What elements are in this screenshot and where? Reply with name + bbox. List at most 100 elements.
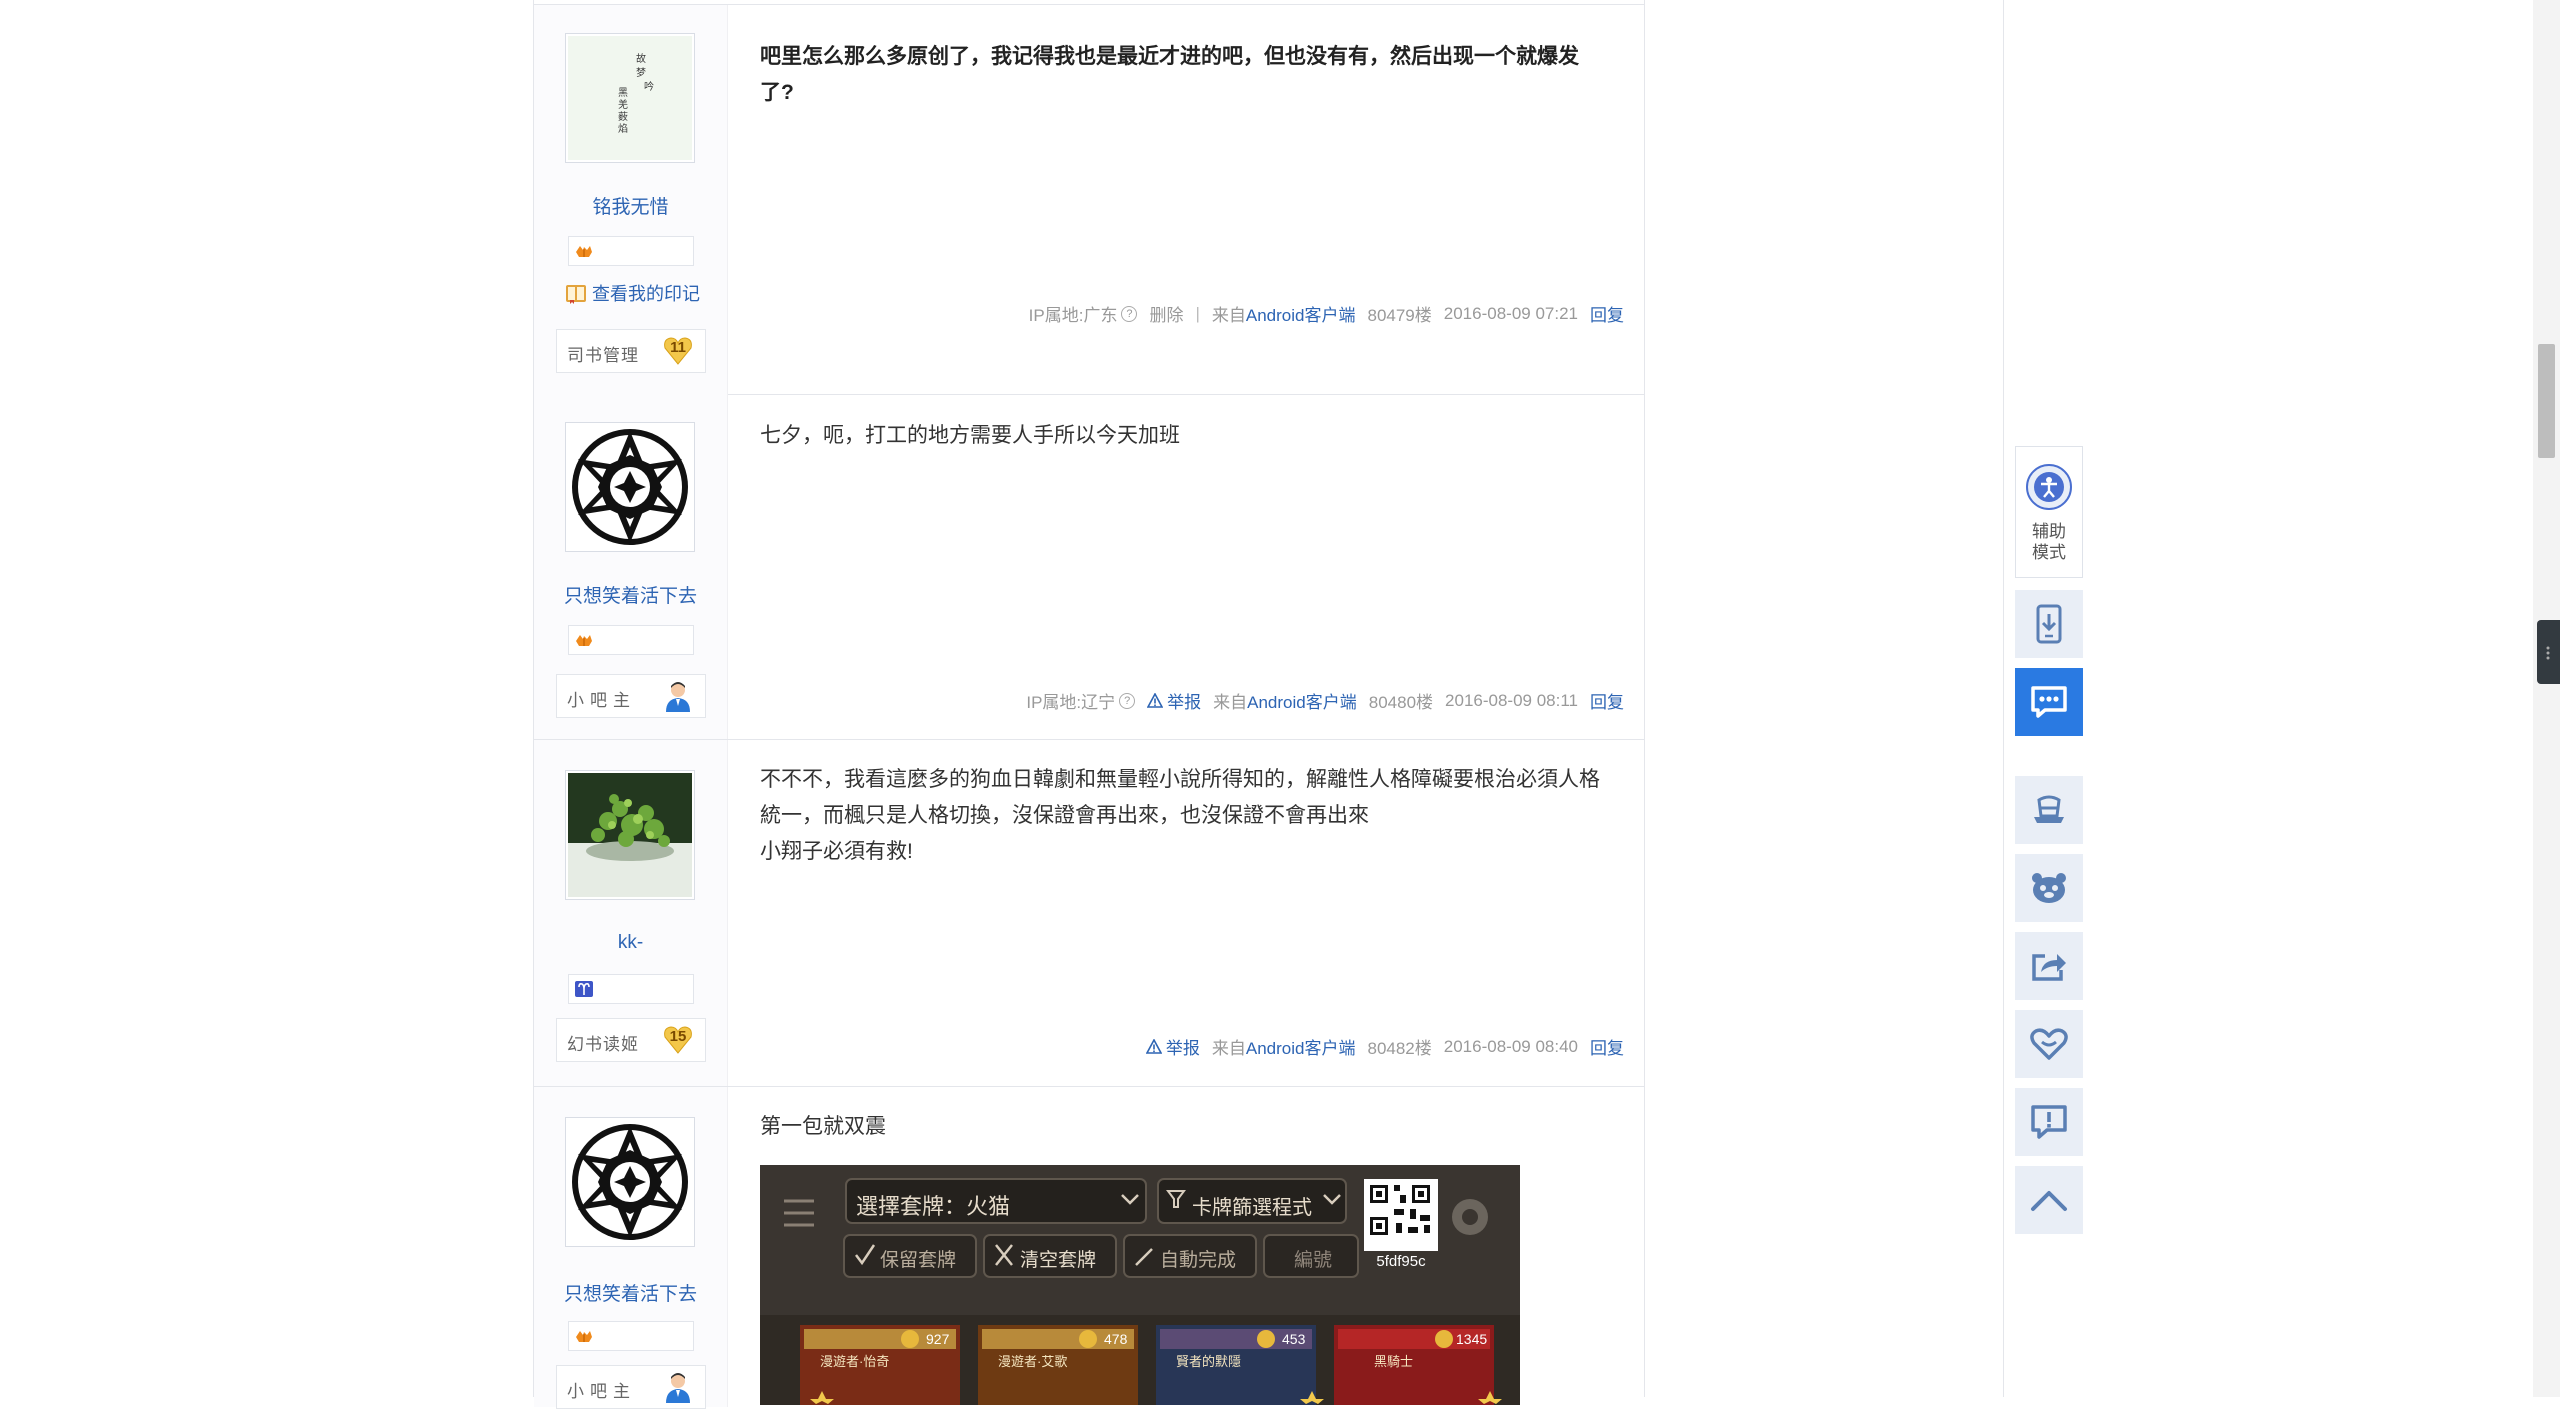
assist-label-line: 模式 [2032,543,2066,562]
card-cost: 927 [926,1331,950,1347]
mandala-avatar-image [572,1124,688,1240]
share-button[interactable] [2015,932,2083,1000]
content-line: 小翔子必須有救! [760,840,913,863]
post-item: kk- 幻书读姬 15 不不不，我看這麼多的狗血日韓劇和無量輕小說所得知的，解離… [534,740,1644,1087]
reply-link[interactable]: 回复 [1590,301,1624,326]
author-panel: 只想笑着活下去 小吧主 [534,1087,728,1409]
feedback-button[interactable] [2015,1088,2083,1156]
floor-number: 80479楼 [1367,306,1432,325]
card-name: 漫遊者·艾歌 [998,1354,1068,1369]
ip-location: IP属地:辽宁 [1026,693,1116,712]
content-line: 第一包就双震 [760,1115,886,1138]
view-yinji-link[interactable]: 查看我的印记 [564,280,700,306]
report-link[interactable]: 举报 [1145,1034,1200,1059]
post-item: 故 梦 吟 黑 羌 薮 焰 铭我无惜 查看我的印记 司书管理 11 吧里怎么那么… [534,4,1644,395]
chevron-up-icon [2031,1191,2067,1211]
magician-hat-icon [2034,795,2064,823]
report-link[interactable]: 举报 [1147,688,1201,713]
tieba-mascot-button[interactable] [2015,854,2083,922]
post-content: 吧里怎么那么多原创了，我记得我也是最近才进的吧，但也没有有，然后出现一个就爆发 … [760,39,1620,111]
author-panel: 故 梦 吟 黑 羌 薮 焰 铭我无惜 查看我的印记 司书管理 11 [534,5,728,394]
report-label: 举报 [1165,1039,1200,1058]
content-line: 不不不，我看這麼多的狗血日韓劇和無量輕小說所得知的，解離性人格障礙要根治必須人格 [760,768,1600,791]
level-badge[interactable]: 小吧主 [556,674,706,718]
filter-mode-dropdown: 卡牌篩選程式 [1192,1197,1312,1219]
source-prefix: 来自 [1211,1039,1246,1058]
ip-location: IP属地:广东 [1028,306,1118,325]
level-badge[interactable]: 司书管理 11 [556,329,706,373]
post-content: 第一包就双震 [760,1109,1620,1145]
assist-mode-button[interactable]: 辅助 模式 [2015,446,2083,578]
favorite-button[interactable] [2015,1010,2083,1078]
username-link[interactable]: 铭我无惜 [534,192,727,219]
dots-icon [2546,646,2550,660]
moderator-avatar-icon [666,682,690,712]
post-time: 2016-08-09 07:21 [1443,303,1578,323]
assist-label-line: 辅助 [2032,522,2066,541]
avatar[interactable] [565,770,695,900]
game-screenshot[interactable]: 選擇套牌：火猫 卡牌篩選程式 5fdf95c 保留套牌 清空套牌 自動完成 編號… [760,1165,1520,1405]
qr-code-label: 5fdf95c [1376,1253,1426,1270]
delete-link[interactable]: 删除 [1149,301,1183,326]
client-link[interactable]: Android客户端 [1246,306,1356,325]
chat-icon [2031,686,2067,718]
floor-number: 80482楼 [1367,1039,1432,1058]
source-prefix: 来自 [1213,693,1248,712]
warning-icon [1145,1038,1162,1054]
thread-column: 故 梦 吟 黑 羌 薮 焰 铭我无惜 查看我的印记 司书管理 11 吧里怎么那么… [533,0,1645,1409]
badge-box[interactable] [568,974,694,1004]
clear-deck-button: 清空套牌 [1020,1250,1097,1271]
svg-text:黑: 黑 [618,87,628,99]
svg-text:焰: 焰 [618,122,628,135]
help-icon[interactable]: ? [1121,305,1138,322]
card-name: 漫遊者·怡奇 [820,1354,890,1369]
level-number-badge: 15 [663,1025,693,1055]
avatar[interactable] [565,422,695,552]
post-meta: IP属地:广东 ? 删除 | 来自Android客户端 80479楼 2016-… [1029,301,1624,326]
author-panel: kk- 幻书读姬 15 [534,740,728,1086]
post-item: 只想笑着活下去 小吧主 [534,394,1644,740]
badge-box[interactable] [568,625,694,655]
edit-button: 編號 [1294,1250,1333,1271]
level-badge[interactable]: 幻书读姬 15 [556,1018,706,1062]
svg-text:梦: 梦 [636,67,646,79]
badge-box[interactable] [568,1321,694,1351]
post-meta: IP属地:辽宁 ? 举报 来自Android客户端 80480楼 2016-08… [1026,688,1624,713]
card-cost: 453 [1282,1331,1306,1347]
source-prefix: 来自 [1211,306,1246,325]
reply-link[interactable]: 回复 [1590,688,1624,713]
download-app-button[interactable] [2015,590,2083,658]
magic-hat-button[interactable] [2015,776,2083,844]
auto-complete-button: 自動完成 [1160,1250,1237,1271]
side-panel-tab[interactable] [2537,620,2560,684]
scrollbar-thumb[interactable] [2538,344,2555,458]
username-link[interactable]: kk- [534,932,727,954]
svg-text:羌: 羌 [618,99,628,111]
level-number-badge: 11 [663,336,693,366]
client-link[interactable]: Android客户端 [1246,1039,1356,1058]
post-time: 2016-08-09 08:11 [1445,690,1578,710]
level-badge[interactable]: 小吧主 [556,1365,706,1409]
message-button[interactable] [2015,668,2083,736]
svg-text:吟: 吟 [644,80,654,93]
avatar[interactable] [565,1117,695,1247]
post-content: 七夕，呃，打工的地方需要人手所以今天加班 [760,418,1620,454]
avatar[interactable]: 故 梦 吟 黑 羌 薮 焰 [565,33,695,163]
level-title: 司书管理 [567,346,639,366]
badge-box[interactable] [568,236,694,266]
report-label: 举报 [1167,693,1202,712]
help-icon[interactable]: ? [1119,692,1136,709]
client-link[interactable]: Android客户端 [1247,693,1357,712]
username-link[interactable]: 只想笑着活下去 [534,1279,727,1306]
level-title: 幻书读姬 [567,1035,639,1055]
hands-badge-icon [576,246,592,257]
author-panel: 只想笑着活下去 小吧主 [534,394,728,739]
username-link[interactable]: 只想笑着活下去 [534,581,727,608]
reply-link[interactable]: 回复 [1590,1034,1624,1059]
scrollbar-track[interactable] [2533,0,2560,1397]
post-time: 2016-08-09 08:40 [1443,1036,1578,1056]
hands-badge-icon [576,1331,592,1342]
level-title: 小吧主 [567,1382,636,1402]
level-number: 11 [670,339,686,356]
back-to-top-button[interactable] [2015,1166,2083,1234]
